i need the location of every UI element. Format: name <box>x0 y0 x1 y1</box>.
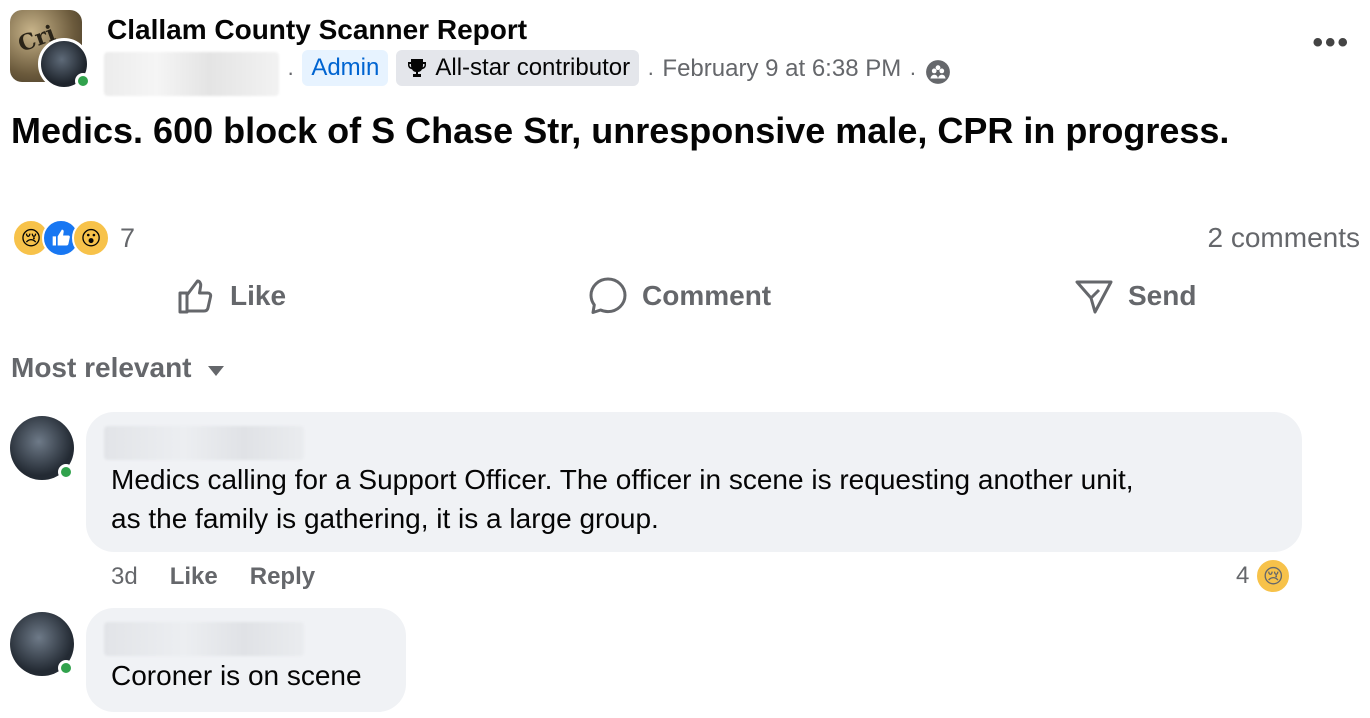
author-name-redacted[interactable] <box>104 52 279 96</box>
post-body-text: Medics. 600 block of S Chase Str, unresp… <box>11 110 1230 151</box>
separator-dot: · <box>909 60 917 85</box>
comments-count-link[interactable]: 2 comments <box>1208 222 1361 254</box>
online-status-dot <box>75 73 91 89</box>
separator-dot: · <box>287 60 295 85</box>
thumbs-up-icon <box>178 279 213 314</box>
allstar-badge[interactable]: All-star contributor <box>396 50 640 86</box>
group-name[interactable]: Clallam County Scanner Report <box>107 14 527 46</box>
comment-age[interactable]: 3d <box>111 563 138 591</box>
comment-bubble: Coroner is on scene <box>86 608 406 712</box>
comment-text-line: as the family is gathering, it is a larg… <box>111 503 659 534</box>
commenter-name-redacted[interactable] <box>104 622 304 656</box>
like-button[interactable]: Like <box>176 276 286 316</box>
post-meta-row: · Admin All-star contributor · February … <box>104 50 951 98</box>
like-button-label: Like <box>230 280 287 311</box>
reactions-summary[interactable]: 😢 😮 7 <box>12 218 135 258</box>
reaction-count: 7 <box>120 222 136 253</box>
group-audience-icon <box>925 60 950 84</box>
post-timestamp[interactable]: February 9 at 6:38 PM <box>662 55 901 83</box>
separator-dot: · <box>647 60 655 85</box>
comment-bubble: Medics calling for a Support Officer. Th… <box>86 412 1302 552</box>
commenter-avatar[interactable] <box>10 612 74 676</box>
comment-button[interactable]: Comment <box>588 276 771 316</box>
comment-meta-row: 3d Like Reply <box>111 563 315 591</box>
wow-reaction-icon: 😮 <box>72 219 110 257</box>
send-icon <box>1075 280 1113 314</box>
post-header: Cri Clallam County Scanner Report · Admi… <box>0 0 1370 100</box>
comment-text-line: Medics calling for a Support Officer. Th… <box>111 464 1134 495</box>
send-button[interactable]: Send <box>1074 276 1196 316</box>
send-button-label: Send <box>1128 280 1197 311</box>
comment-text-line: Coroner is on scene <box>111 660 362 691</box>
author-avatar[interactable] <box>38 38 91 90</box>
online-status-dot <box>58 464 74 480</box>
sort-label: Most relevant <box>11 352 192 383</box>
commenter-avatar[interactable] <box>10 416 74 480</box>
caret-down-icon <box>207 366 224 376</box>
admin-badge[interactable]: Admin <box>302 50 389 86</box>
allstar-badge-label: All-star contributor <box>435 54 631 81</box>
more-options-icon[interactable]: ••• <box>1312 26 1350 60</box>
post-action-bar: Like Comment Send <box>0 276 1370 326</box>
comment-reply-button[interactable]: Reply <box>250 563 315 591</box>
comment-reactions[interactable]: 4 😢 <box>1236 558 1292 594</box>
online-status-dot <box>58 660 74 676</box>
comment-sort-dropdown[interactable]: Most relevant <box>11 352 226 384</box>
trophy-icon <box>408 59 427 77</box>
comment-bubble-icon <box>589 277 627 314</box>
comment-reaction-count: 4 <box>1236 562 1250 589</box>
commenter-name-redacted[interactable] <box>104 426 304 460</box>
comment-like-button[interactable]: Like <box>170 563 218 591</box>
sad-reaction-icon: 😢 <box>1255 558 1292 594</box>
comment-button-label: Comment <box>642 280 772 311</box>
